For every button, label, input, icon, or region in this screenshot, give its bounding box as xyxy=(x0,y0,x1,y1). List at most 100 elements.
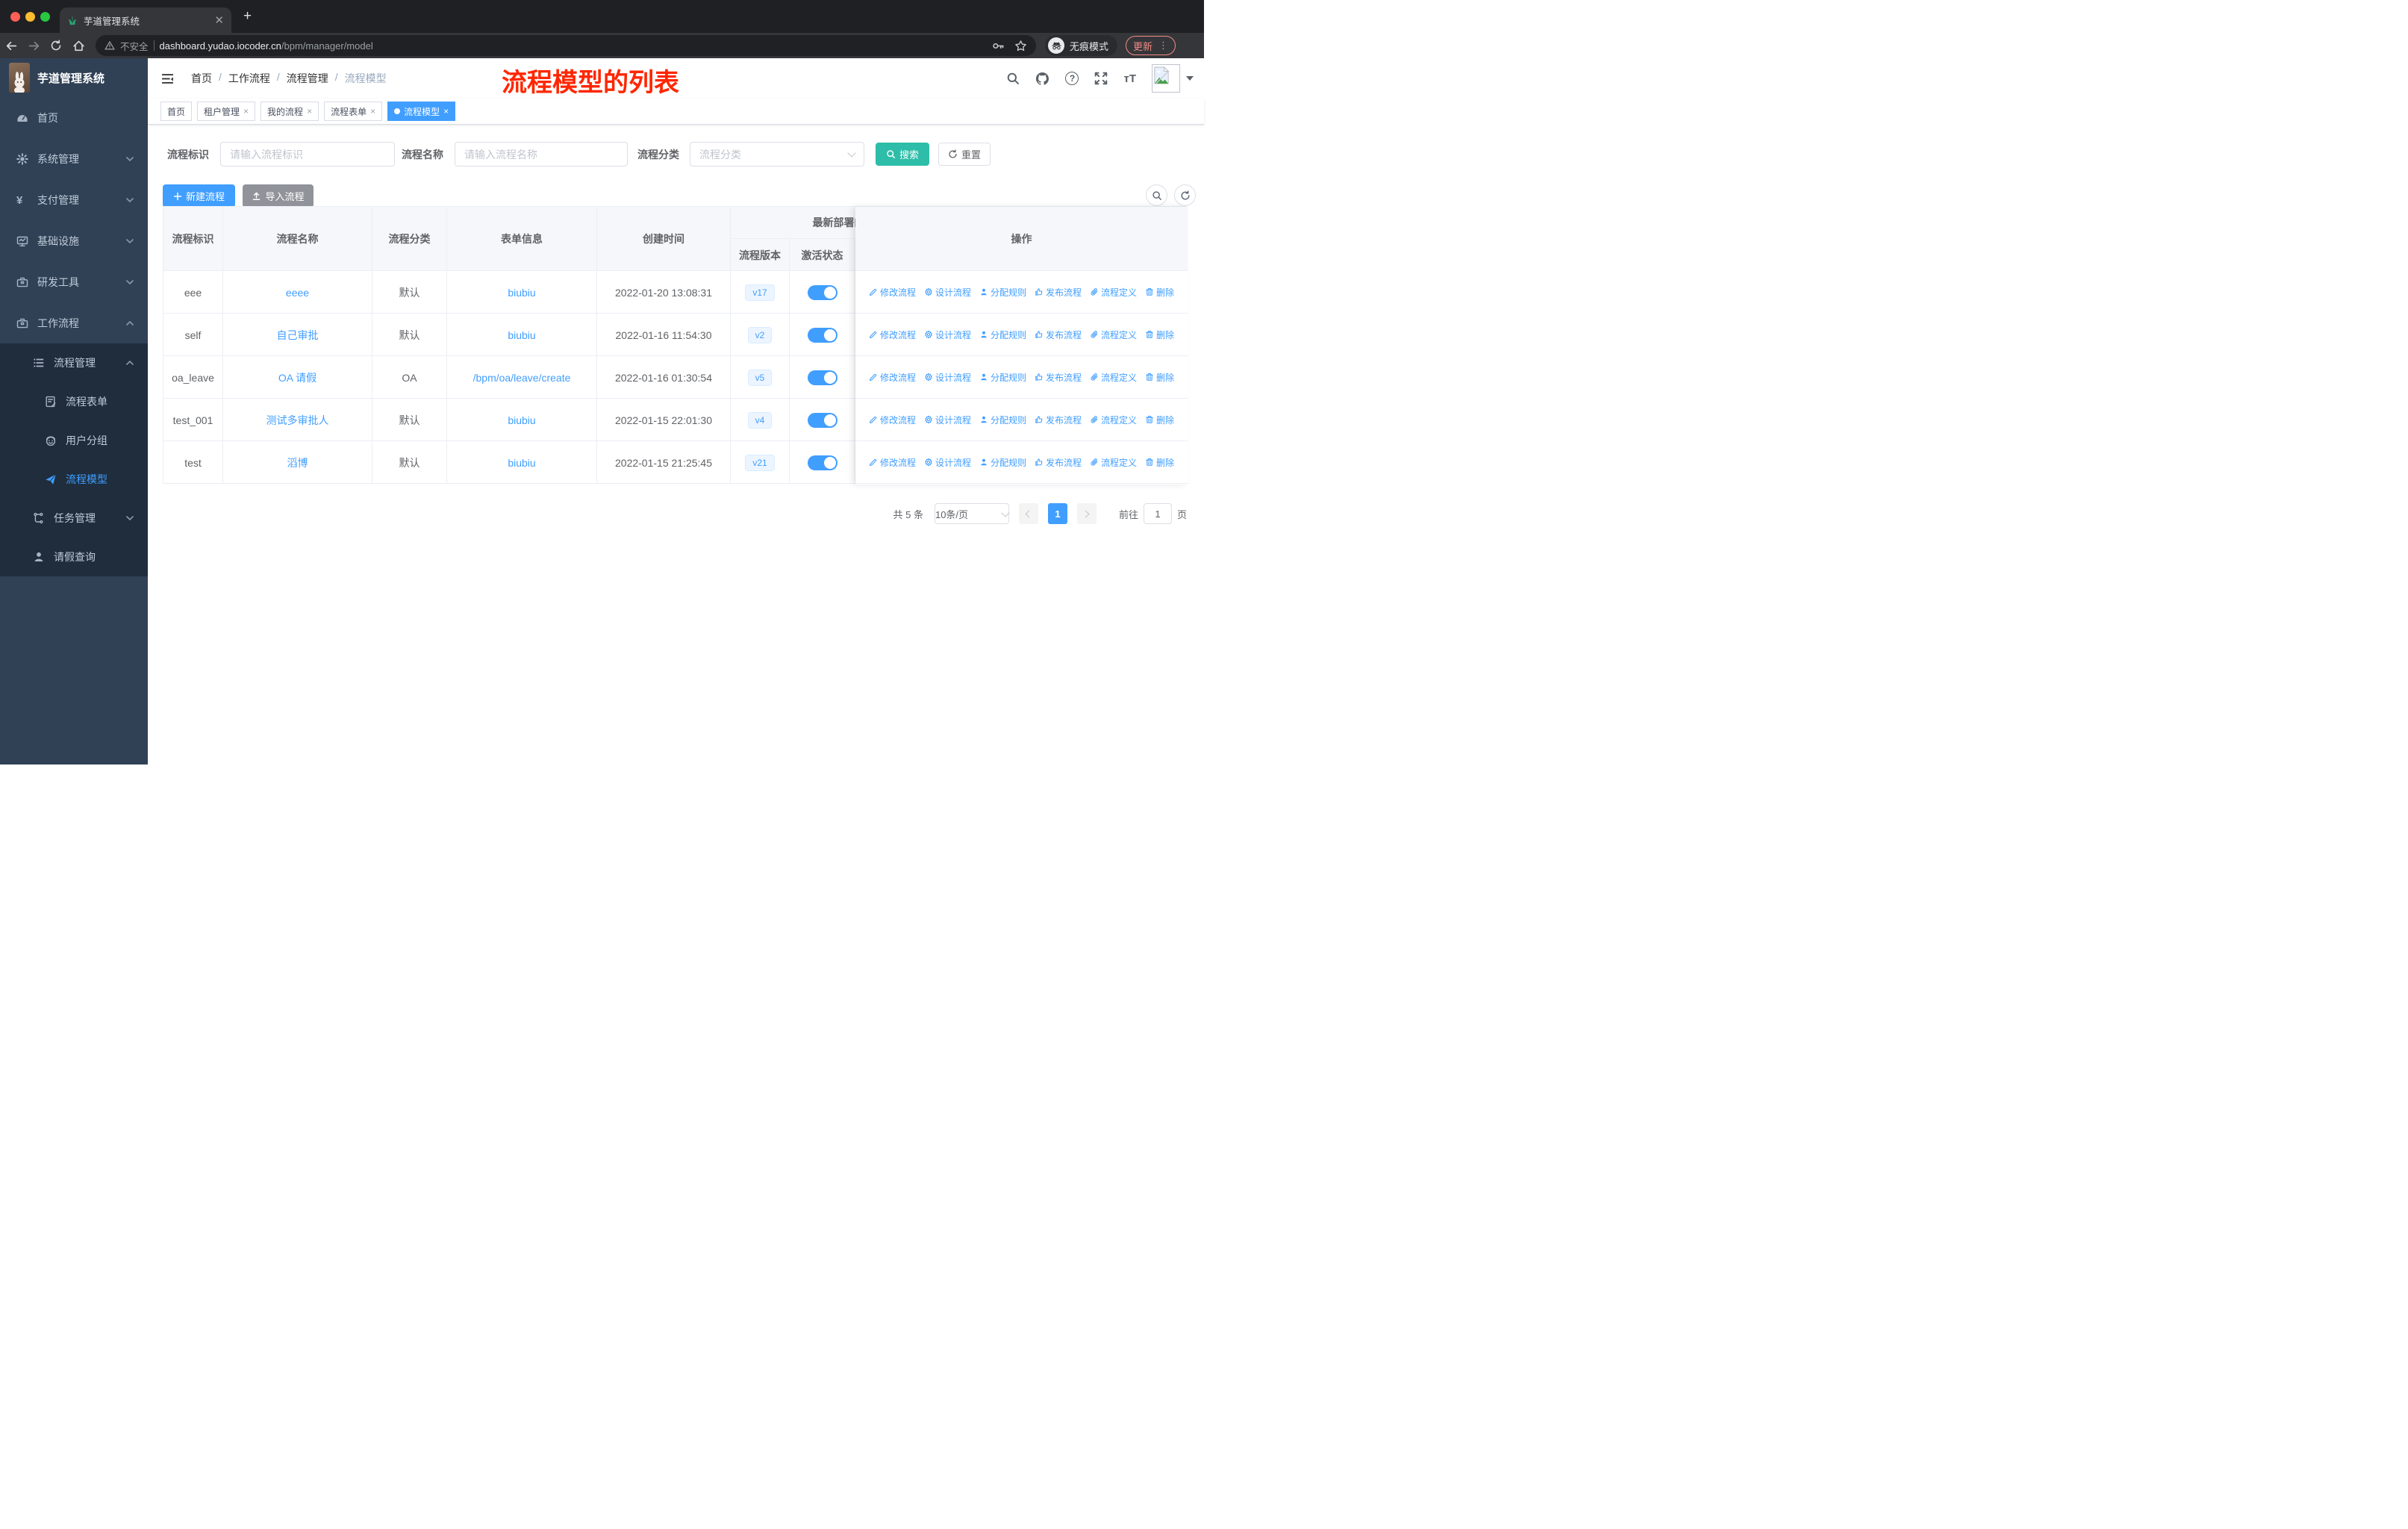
active-toggle[interactable] xyxy=(807,284,838,300)
page-size-select[interactable]: 10条/页 xyxy=(934,503,1010,524)
publish-thumb-action-link[interactable]: 发布流程 xyxy=(1035,456,1082,469)
traffic-close-button[interactable] xyxy=(10,12,20,22)
assign-user-action-link[interactable]: 分配规则 xyxy=(979,371,1026,384)
reload-icon[interactable] xyxy=(45,40,67,52)
font-size-icon[interactable]: ᴛT xyxy=(1123,72,1136,85)
traffic-zoom-button[interactable] xyxy=(40,12,50,22)
sidebar-item-dashboard[interactable]: 首页 xyxy=(0,97,148,138)
name-link[interactable]: 测试多审批人 xyxy=(266,413,329,428)
fullscreen-icon[interactable] xyxy=(1094,72,1108,85)
tag-close-icon[interactable]: × xyxy=(443,106,449,116)
active-toggle[interactable] xyxy=(807,412,838,428)
create-process-button[interactable]: 新建流程 xyxy=(163,184,235,208)
active-toggle[interactable] xyxy=(807,455,838,470)
user-menu-caret-icon[interactable] xyxy=(1186,76,1194,81)
form-link[interactable]: biubiu xyxy=(508,287,535,299)
sidebar-item-send[interactable]: 流程模型 xyxy=(0,460,148,499)
sidebar-item-user[interactable]: 请假查询 xyxy=(0,538,148,576)
search-icon[interactable] xyxy=(1006,72,1020,85)
sidebar-item-form[interactable]: 流程表单 xyxy=(0,382,148,421)
active-toggle[interactable] xyxy=(807,370,838,385)
publish-thumb-action-link[interactable]: 发布流程 xyxy=(1035,414,1082,426)
toggle-search-button[interactable] xyxy=(1146,184,1167,206)
sidebar-item-monitor[interactable]: 基础设施 xyxy=(0,220,148,261)
edit-action-link[interactable]: 修改流程 xyxy=(869,371,916,384)
definition-clip-action-link[interactable]: 流程定义 xyxy=(1090,328,1137,341)
tag-item[interactable]: 租户管理 × xyxy=(197,102,256,121)
logo-row[interactable]: 芋道管理系统 xyxy=(0,58,148,97)
tab-close-icon[interactable]: ✕ xyxy=(214,13,224,27)
delete-action-link[interactable]: 删除 xyxy=(1145,371,1174,384)
help-icon[interactable]: ? xyxy=(1065,72,1079,85)
forward-icon[interactable] xyxy=(22,40,45,52)
search-button[interactable]: 搜索 xyxy=(876,143,929,166)
bookmark-star-icon[interactable] xyxy=(1014,40,1027,52)
import-process-button[interactable]: 导入流程 xyxy=(243,184,314,208)
tag-item[interactable]: 我的流程 × xyxy=(261,102,319,121)
publish-thumb-action-link[interactable]: 发布流程 xyxy=(1035,286,1082,299)
form-link[interactable]: /bpm/oa/leave/create xyxy=(473,372,571,384)
tag-item[interactable]: 首页 xyxy=(160,102,193,121)
name-link[interactable]: eeee xyxy=(286,287,309,299)
design-gear-action-link[interactable]: 设计流程 xyxy=(924,371,971,384)
browser-tab[interactable]: 芋道管理系统 ✕ xyxy=(60,7,231,33)
sidebar-item-flow[interactable]: 任务管理 xyxy=(0,499,148,538)
active-toggle[interactable] xyxy=(807,327,838,343)
design-gear-action-link[interactable]: 设计流程 xyxy=(924,328,971,341)
name-link[interactable]: OA 请假 xyxy=(278,370,316,385)
sidebar-item-list[interactable]: 流程管理 xyxy=(0,343,148,382)
back-icon[interactable] xyxy=(0,40,22,52)
publish-thumb-action-link[interactable]: 发布流程 xyxy=(1035,328,1082,341)
assign-user-action-link[interactable]: 分配规则 xyxy=(979,328,1026,341)
edit-action-link[interactable]: 修改流程 xyxy=(869,286,916,299)
collapse-sidebar-icon[interactable] xyxy=(161,72,174,85)
process-name-input[interactable] xyxy=(455,142,628,166)
category-select[interactable]: 流程分类 xyxy=(690,142,864,166)
github-icon[interactable] xyxy=(1035,72,1049,86)
security-label[interactable]: 不安全 xyxy=(120,39,149,53)
assign-user-action-link[interactable]: 分配规则 xyxy=(979,286,1026,299)
sidebar-item-group[interactable]: 用户分组 xyxy=(0,421,148,460)
sidebar-item-yen[interactable]: ¥ 支付管理 xyxy=(0,179,148,220)
update-button[interactable]: 更新 ⋮ xyxy=(1126,36,1176,55)
form-link[interactable]: biubiu xyxy=(508,414,535,426)
browser-menu-icon[interactable]: ⋮ xyxy=(1158,40,1168,52)
avatar[interactable] xyxy=(1152,64,1180,93)
traffic-minimize-button[interactable] xyxy=(25,12,35,22)
delete-action-link[interactable]: 删除 xyxy=(1145,328,1174,341)
assign-user-action-link[interactable]: 分配规则 xyxy=(979,414,1026,426)
definition-clip-action-link[interactable]: 流程定义 xyxy=(1090,414,1137,426)
edit-action-link[interactable]: 修改流程 xyxy=(869,414,916,426)
tag-active[interactable]: 流程模型 × xyxy=(387,102,456,121)
delete-action-link[interactable]: 删除 xyxy=(1145,456,1174,469)
home-icon[interactable] xyxy=(67,40,90,52)
tag-item[interactable]: 流程表单 × xyxy=(324,102,383,121)
tag-close-icon[interactable]: × xyxy=(243,106,249,116)
breadcrumb-item[interactable]: 首页 xyxy=(191,71,212,86)
sidebar-item-gear[interactable]: 系统管理 xyxy=(0,138,148,179)
design-gear-action-link[interactable]: 设计流程 xyxy=(924,286,971,299)
edit-action-link[interactable]: 修改流程 xyxy=(869,456,916,469)
key-icon[interactable] xyxy=(992,40,1005,52)
new-tab-button[interactable]: + xyxy=(243,9,252,23)
current-page-button[interactable]: 1 xyxy=(1047,503,1067,524)
address-bar[interactable]: 不安全 dashboard.yudao.iocoder.cn/bpm/manag… xyxy=(96,35,1036,56)
definition-clip-action-link[interactable]: 流程定义 xyxy=(1090,456,1137,469)
name-link[interactable]: 滔博 xyxy=(287,455,308,470)
tag-close-icon[interactable]: × xyxy=(370,106,375,116)
delete-action-link[interactable]: 删除 xyxy=(1145,286,1174,299)
goto-page-input[interactable] xyxy=(1143,503,1172,524)
form-link[interactable]: biubiu xyxy=(508,457,535,469)
sidebar-item-toolbox[interactable]: 研发工具 xyxy=(0,261,148,302)
publish-thumb-action-link[interactable]: 发布流程 xyxy=(1035,371,1082,384)
definition-clip-action-link[interactable]: 流程定义 xyxy=(1090,286,1137,299)
tag-close-icon[interactable]: × xyxy=(307,106,312,116)
assign-user-action-link[interactable]: 分配规则 xyxy=(979,456,1026,469)
design-gear-action-link[interactable]: 设计流程 xyxy=(924,456,971,469)
design-gear-action-link[interactable]: 设计流程 xyxy=(924,414,971,426)
edit-action-link[interactable]: 修改流程 xyxy=(869,328,916,341)
name-link[interactable]: 自己审批 xyxy=(277,328,319,343)
next-page-button[interactable] xyxy=(1076,503,1097,524)
breadcrumb-item[interactable]: 流程管理 xyxy=(287,71,328,86)
sidebar-item-briefcase[interactable]: 工作流程 xyxy=(0,302,148,343)
